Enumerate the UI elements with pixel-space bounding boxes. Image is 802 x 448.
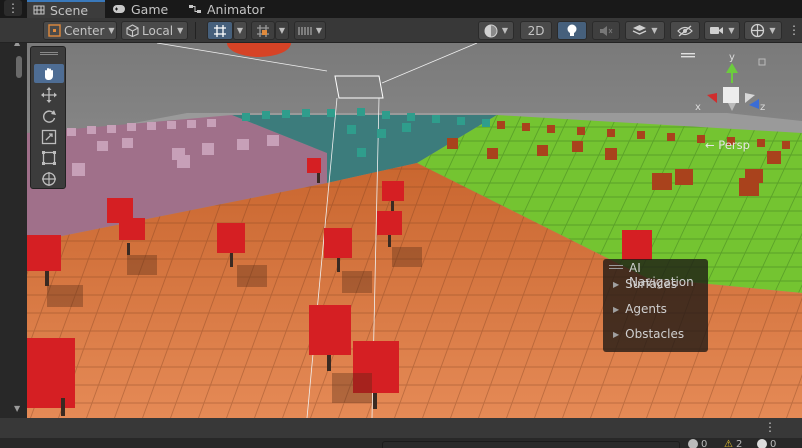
2d-mode-label: 2D <box>527 23 545 38</box>
scene-viewport[interactable]: y x z <box>27 43 802 418</box>
left-side-strip: ▲ ▼ <box>0 18 27 418</box>
chevron-down-icon: ▼ <box>651 26 658 35</box>
lightbulb-icon <box>567 24 577 36</box>
move-arrows-icon <box>41 86 57 103</box>
tab-scene[interactable]: Scene <box>27 0 105 18</box>
gizmo-axis-z: z <box>760 102 765 113</box>
chevron-down-icon: ▼ <box>728 26 735 35</box>
pivot-center-icon <box>48 24 61 37</box>
rect-tool-button[interactable] <box>34 148 64 167</box>
scene-render: y x z <box>27 43 802 418</box>
ai-navigation-overlay: AI Navigation ▶ Surfaces ▶ Agents ▶ Obst… <box>603 259 708 352</box>
gizmo-axis-y: y <box>729 52 735 63</box>
nav-item-agents[interactable]: ▶ Agents <box>613 302 667 316</box>
overlay-drag-handle[interactable] <box>609 265 623 269</box>
console-search-input[interactable] <box>382 441 680 448</box>
rotate-tool-button[interactable] <box>34 106 64 125</box>
audio-toggle[interactable] <box>592 21 620 40</box>
info-count[interactable]: 0 <box>757 439 776 448</box>
camera-icon <box>710 27 724 34</box>
rect-transform-icon <box>42 150 56 165</box>
tab-game[interactable]: Game <box>112 0 172 18</box>
transform-tools-overlay <box>30 46 66 189</box>
expand-arrow-icon: ▶ <box>613 304 620 314</box>
transform-tool-button[interactable] <box>34 169 64 188</box>
scene-toolbar: Center ▼ Local ▼ ▼ ▼ ▼ ▼ 2D ▼ ▼ ▼ ⋮ <box>0 18 802 43</box>
2d-mode-toggle[interactable]: 2D <box>520 21 552 40</box>
effects-dropdown[interactable]: ▼ <box>625 21 665 40</box>
gizmos-dropdown[interactable]: ▼ <box>744 21 782 40</box>
tab-label: Scene <box>50 2 89 18</box>
hand-icon <box>45 67 53 80</box>
nav-item-surfaces[interactable]: ▶ Surfaces <box>613 277 677 291</box>
scene-lighting-toggle[interactable] <box>557 21 587 40</box>
chevron-down-icon: ▼ <box>278 26 286 35</box>
animator-icon <box>189 5 201 13</box>
space-mode-label: Local <box>142 23 174 38</box>
cube-icon <box>126 24 139 37</box>
chevron-down-icon: ▼ <box>236 26 244 35</box>
overlay-drag-handle[interactable] <box>40 52 58 55</box>
scale-tool-button[interactable] <box>34 127 64 146</box>
expand-arrow-icon: ▶ <box>613 329 620 339</box>
shaded-sphere-icon <box>484 24 498 37</box>
scene-grid-icon <box>33 5 45 15</box>
move-tool-button[interactable] <box>34 85 64 104</box>
toolbar-kebab-menu-button[interactable]: ⋮ <box>788 23 800 37</box>
space-mode-dropdown[interactable]: Local ▼ <box>121 21 188 40</box>
nav-item-label: Obstacles <box>625 327 685 341</box>
audio-mute-icon <box>600 25 613 36</box>
gizmo-axis-x: x <box>695 102 701 113</box>
ruler-dropdown[interactable]: ▼ <box>294 21 326 40</box>
ruler-icon <box>298 26 312 35</box>
tab-animator[interactable]: Animator <box>188 0 268 18</box>
grid-snap-toggle[interactable] <box>207 21 233 40</box>
incremental-snap-icon <box>257 24 269 37</box>
chevron-down-icon: ▼ <box>108 26 115 35</box>
console-panel-header: ⋮ <box>0 418 802 438</box>
transform-globe-icon <box>42 171 56 186</box>
chevron-down-icon: ▼ <box>177 26 184 35</box>
error-count[interactable]: 0 <box>688 439 707 448</box>
info-icon <box>757 439 767 448</box>
error-icon <box>688 439 698 448</box>
scale-icon <box>41 129 57 144</box>
hidden-objects-toggle[interactable] <box>670 21 700 40</box>
draw-mode-dropdown[interactable]: ▼ <box>478 21 514 40</box>
tab-bar: ⋮ Scene Game Animator <box>0 0 802 18</box>
gamepad-icon <box>113 5 125 13</box>
scrollbar-thumb[interactable] <box>16 56 22 78</box>
rotate-icon <box>43 109 56 123</box>
expand-arrow-icon: ▶ <box>613 279 620 289</box>
warning-count[interactable]: ⚠ 2 <box>724 439 742 448</box>
tab-label: Game <box>131 1 169 17</box>
gizmo-globe-icon <box>751 23 765 38</box>
chevron-down-icon: ▼ <box>769 26 776 35</box>
camera-settings-dropdown[interactable]: ▼ <box>704 21 740 40</box>
scroll-down-arrow-icon[interactable]: ▼ <box>14 404 20 413</box>
chevron-down-icon: ▼ <box>315 26 323 35</box>
chevron-down-icon: ▼ <box>501 26 509 35</box>
nav-item-label: Surfaces <box>625 277 678 291</box>
nav-item-obstacles[interactable]: ▶ Obstacles <box>613 327 684 341</box>
nav-item-label: Agents <box>625 302 667 316</box>
toolbar-divider <box>195 22 196 39</box>
warning-icon: ⚠ <box>724 438 733 448</box>
grid-snap-dropdown[interactable]: ▼ <box>233 21 247 40</box>
incremental-snap-dropdown[interactable]: ▼ <box>275 21 289 40</box>
tab-label: Animator <box>207 1 265 17</box>
kebab-menu-button[interactable]: ⋮ <box>4 0 22 16</box>
console-kebab-menu-button[interactable]: ⋮ <box>764 420 776 434</box>
incremental-snap-toggle[interactable] <box>251 21 275 40</box>
eye-slash-icon <box>677 25 693 36</box>
pivot-mode-dropdown[interactable]: Center ▼ <box>43 21 117 40</box>
projection-label[interactable]: ← Persp <box>705 138 750 152</box>
grid-snap-icon <box>214 24 226 37</box>
effects-layers-icon <box>633 25 647 35</box>
view-tool-button[interactable] <box>34 64 64 83</box>
pivot-mode-label: Center <box>64 23 105 38</box>
